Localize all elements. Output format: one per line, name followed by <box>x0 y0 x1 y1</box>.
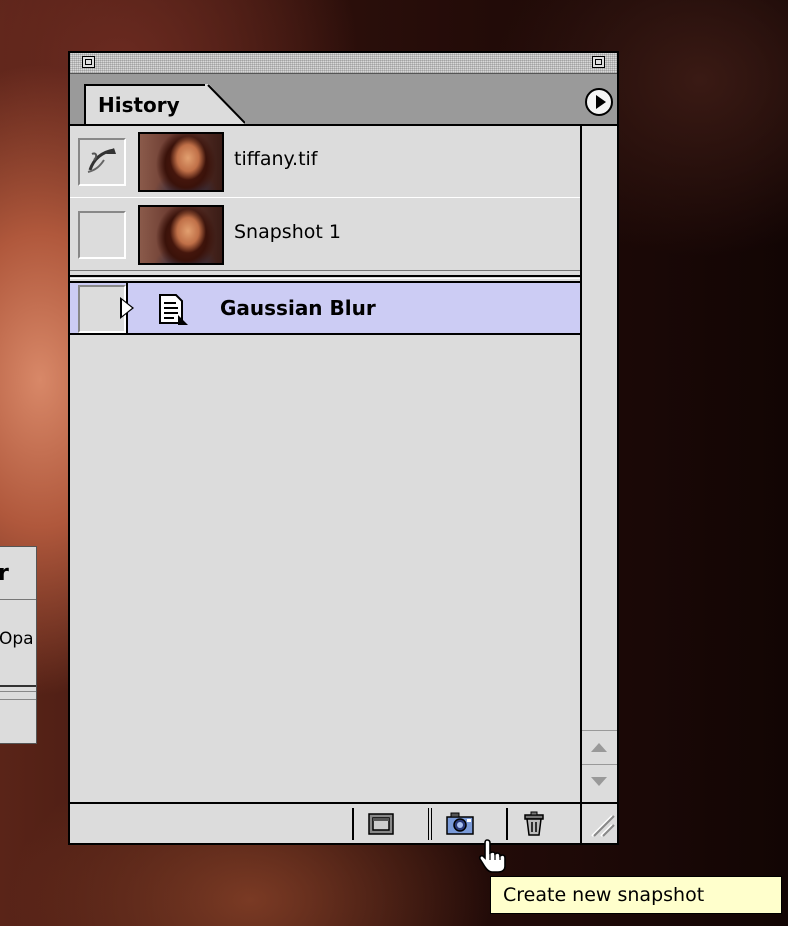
partial-dialog-label: Opa <box>0 629 34 649</box>
history-state-row[interactable]: Gaussian Blur <box>70 283 580 335</box>
snapshot-thumbnail <box>138 205 224 265</box>
new-document-icon <box>368 813 394 835</box>
partial-dialog-divider <box>0 685 36 692</box>
delete-state-button[interactable] <box>506 808 560 840</box>
partial-dialog-title: r <box>0 561 9 586</box>
snapshot-row[interactable]: Snapshot 1 <box>70 199 580 271</box>
panel-titlebar[interactable] <box>70 53 617 74</box>
snapshot-label: Snapshot 1 <box>234 221 341 243</box>
partial-dialog-window: r Opa <box>0 546 37 744</box>
history-brush-source-checkbox[interactable] <box>78 285 126 333</box>
history-state-slider-icon[interactable] <box>120 297 134 319</box>
tab-history[interactable]: History <box>84 84 209 124</box>
history-brush-icon <box>87 148 116 173</box>
create-new-snapshot-button[interactable] <box>428 808 486 840</box>
resize-handle-icon[interactable] <box>580 804 617 843</box>
scroll-down-arrow-icon[interactable] <box>582 764 617 798</box>
new-document-button[interactable] <box>352 808 406 840</box>
camera-icon <box>446 812 474 835</box>
history-state-label: Gaussian Blur <box>220 296 376 320</box>
filter-document-icon <box>159 294 188 325</box>
tooltip: Create new snapshot <box>490 876 782 914</box>
history-brush-source-checkbox[interactable] <box>78 138 126 186</box>
resize-grip <box>591 815 615 837</box>
partial-dialog-divider-2 <box>0 699 36 700</box>
hand-cursor-icon <box>478 839 506 873</box>
panel-tab-row: History <box>70 74 617 126</box>
snapshot-row[interactable]: tiffany.tif <box>70 126 580 198</box>
panel-menu-arrow-icon[interactable] <box>585 88 613 116</box>
partial-dialog-titlebar: r <box>0 547 36 600</box>
vertical-scrollbar[interactable] <box>580 126 617 802</box>
history-panel: History tiffany.tif Snapshot 1 Gaussian … <box>68 51 619 845</box>
snapshot-thumbnail <box>138 132 224 192</box>
tab-edge-icon <box>205 84 245 124</box>
history-list: tiffany.tif Snapshot 1 Gaussian Blur <box>70 126 580 802</box>
snapshot-separator <box>70 275 580 283</box>
zoom-box-icon[interactable] <box>592 56 605 68</box>
scroll-up-arrow-icon[interactable] <box>582 730 617 764</box>
panel-bottom-bar <box>70 802 617 843</box>
close-box-icon[interactable] <box>82 56 95 68</box>
trash-icon <box>524 811 544 836</box>
snapshot-label: tiffany.tif <box>234 148 318 170</box>
history-brush-source-checkbox[interactable] <box>78 211 126 259</box>
